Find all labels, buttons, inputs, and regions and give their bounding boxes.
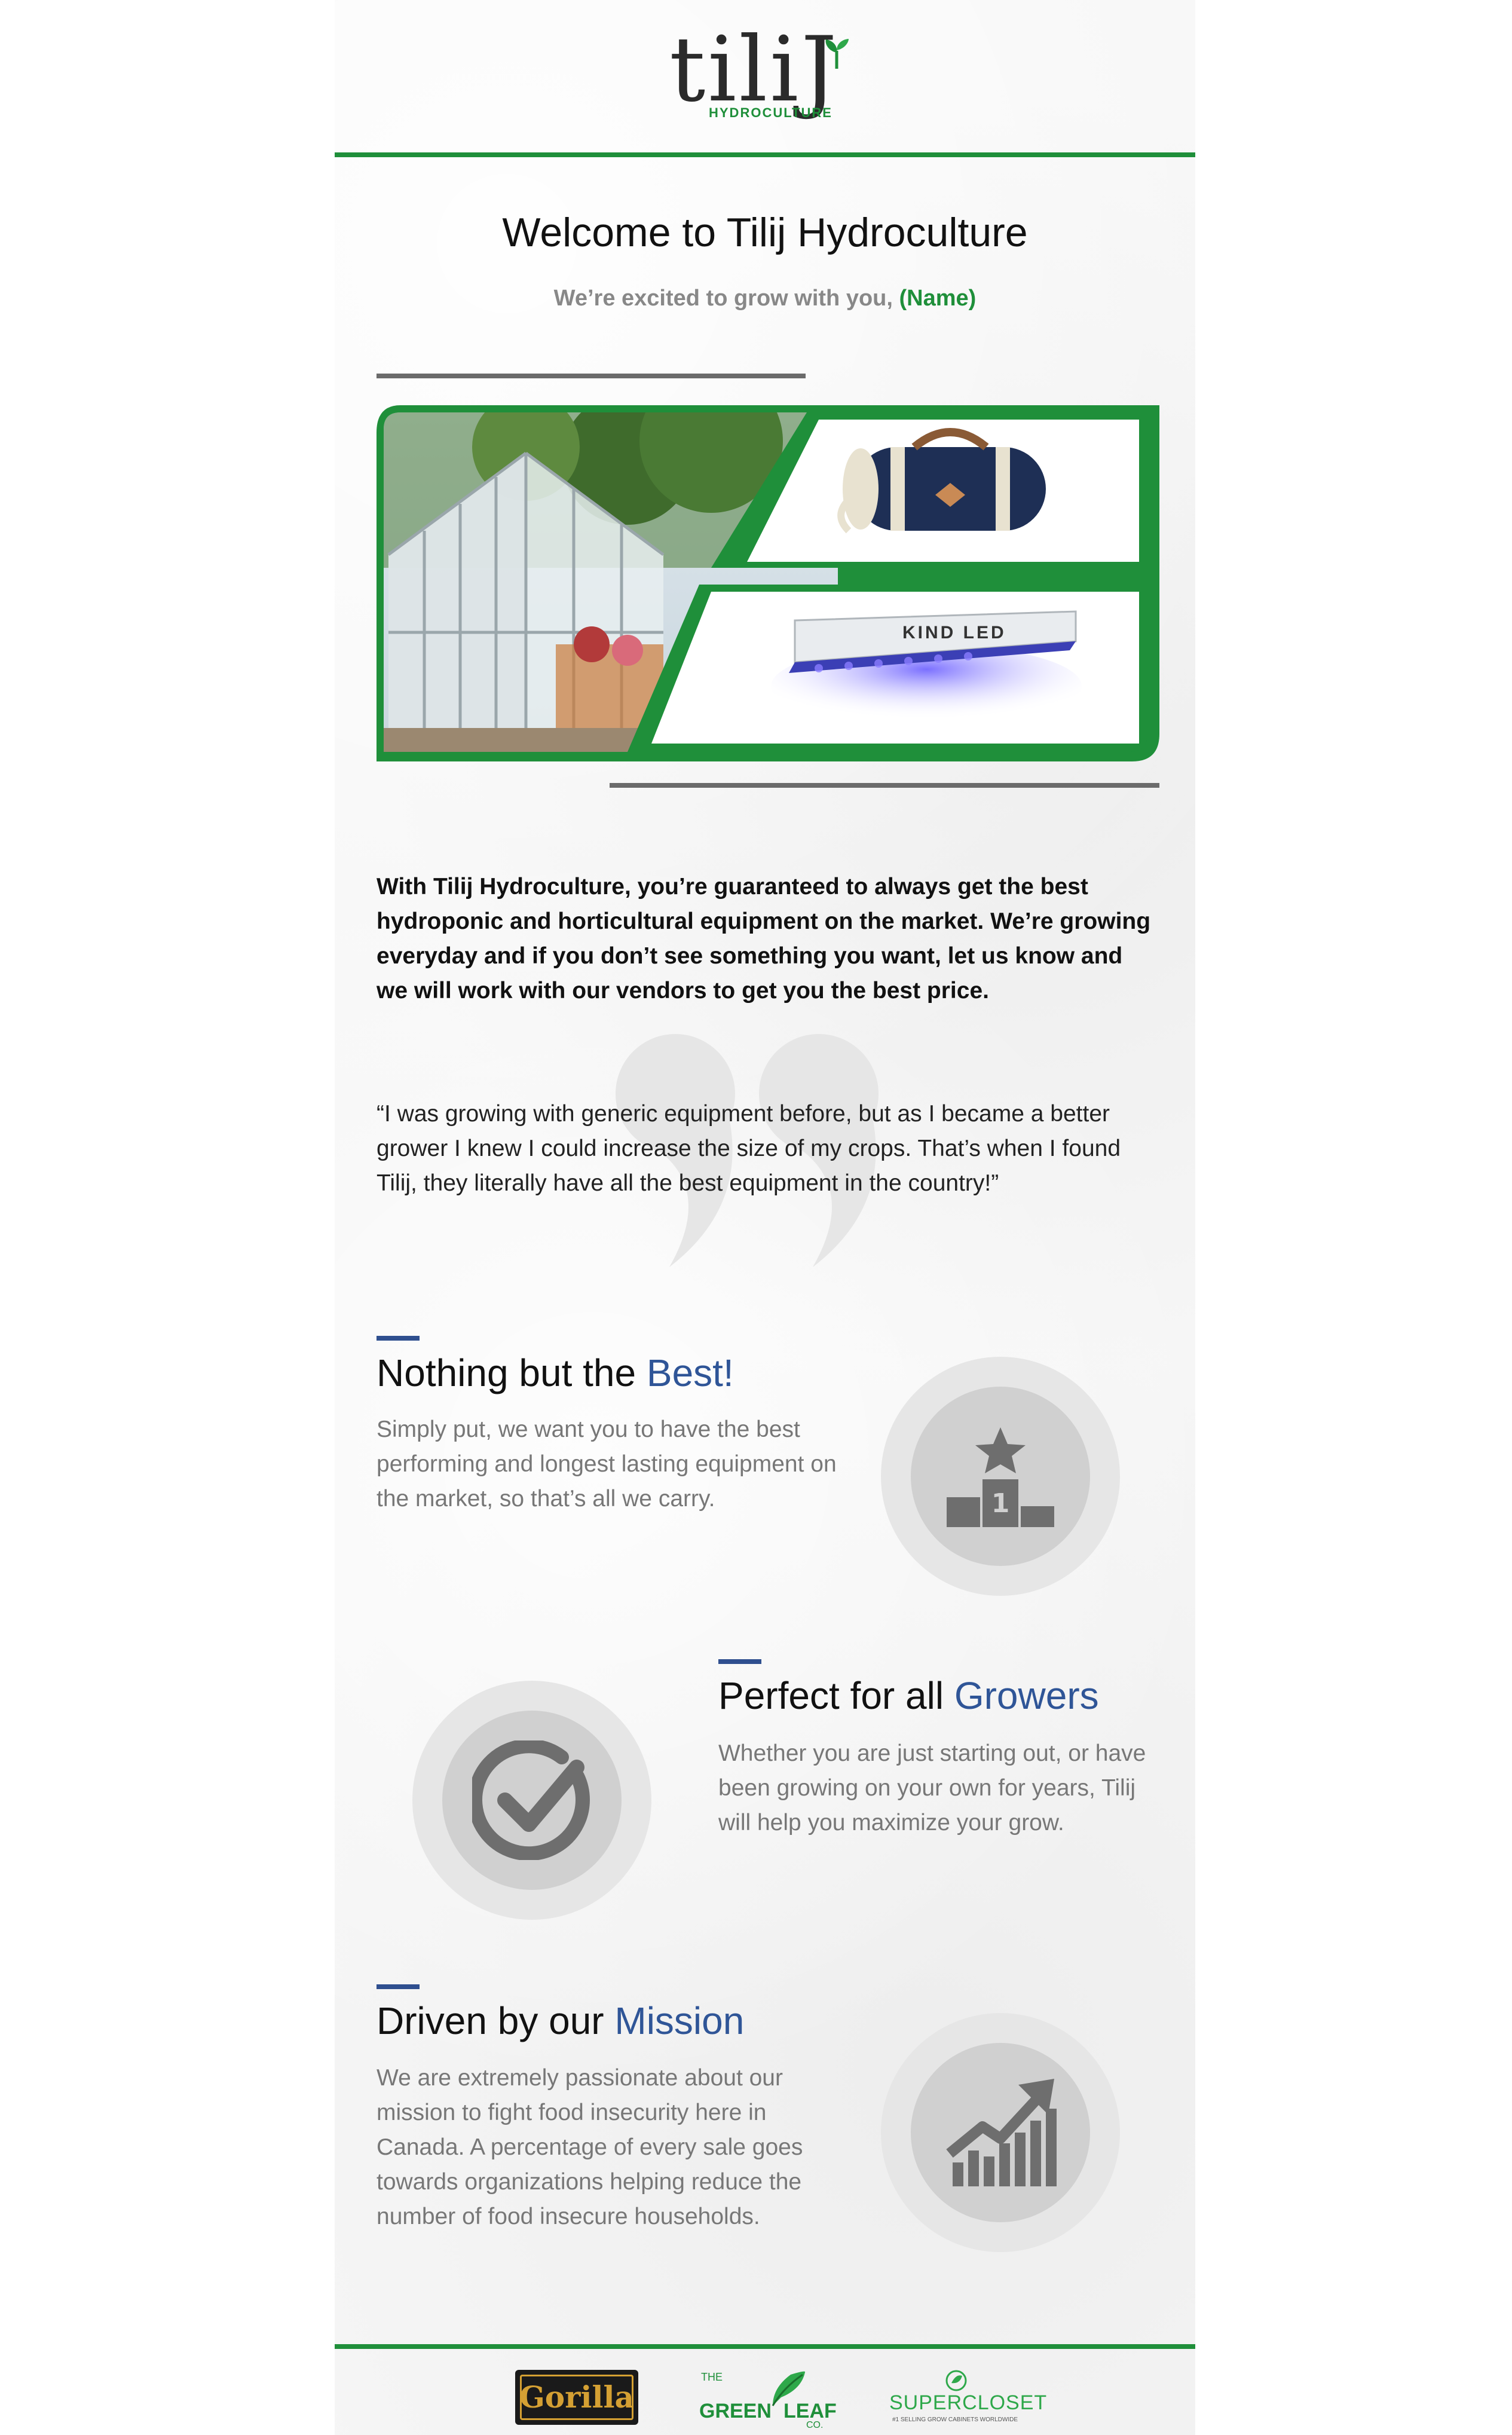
section-title-highlight: Mission — [614, 1999, 745, 2042]
welcome-subtitle: We’re excited to grow with you, (Name) — [335, 286, 1195, 311]
green-leaf-co: CO. — [806, 2420, 824, 2430]
section-accent-bar — [377, 1336, 420, 1341]
section-title-highlight: Best! — [646, 1351, 734, 1394]
subtitle-text: We’re excited to grow with you, — [553, 286, 893, 311]
section-accent-bar — [718, 1659, 761, 1664]
section-title-lead: Perfect for all — [718, 1674, 944, 1717]
testimonial-quote: “I was growing with generic equipment be… — [377, 1101, 1121, 1196]
hero-top-rule — [377, 374, 806, 378]
partner-gorilla[interactable]: Gorilla — [515, 2370, 638, 2425]
sprout-icon — [825, 39, 849, 69]
recipient-name: (Name) — [899, 286, 977, 311]
section-title-lead: Nothing but the — [377, 1351, 636, 1394]
supercloset-name: SUPERCLOSET — [889, 2391, 1048, 2414]
led-label: KIND LED — [902, 623, 1006, 643]
supercloset-tagline: #1 SELLING GROW CABINETS WORLDWIDE — [892, 2416, 1018, 2423]
green-leaf-the: THE — [701, 2371, 723, 2383]
section-body-best: Simply put, we want you to have the best… — [377, 1417, 837, 1512]
section-title-best: Nothing but the Best! — [377, 1351, 734, 1395]
section-title-lead: Driven by our — [377, 1999, 604, 2042]
hero-bottom-rule — [610, 783, 1159, 788]
header-divider — [335, 152, 1195, 157]
section-accent-bar — [377, 1984, 420, 1989]
partner-gorilla-text: Gorilla — [519, 2379, 634, 2415]
footer-divider — [335, 2344, 1195, 2349]
checkmark-icon-badge — [412, 1681, 651, 1920]
page-title: Welcome to Tilij Hydroculture — [502, 210, 1028, 255]
growth-chart-icon-badge — [881, 2013, 1120, 2252]
section-body-growers: Whether you are just starting out, or ha… — [718, 1740, 1146, 1836]
podium-icon: 1 — [947, 1427, 1054, 1527]
podium-icon-badge: 1 — [881, 1357, 1120, 1596]
brand-logo-subtitle: HYDROCULTURE — [709, 105, 832, 120]
partner-supercloset[interactable]: SUPERCLOSET #1 SELLING GROW CABINETS WOR… — [889, 2370, 1048, 2430]
section-title-highlight: Growers — [954, 1674, 1099, 1717]
supercloset-leaf-icon — [945, 2370, 967, 2391]
green-leaf-main: GREEN — [699, 2400, 772, 2422]
section-title-growers: Perfect for all Growers — [718, 1674, 1099, 1718]
growth-chart-icon — [946, 2079, 1057, 2186]
intro-paragraph: With Tilij Hydroculture, you’re guarante… — [377, 874, 1151, 1004]
svg-text:1: 1 — [991, 1488, 1010, 1519]
partner-green-leaf[interactable]: THE GREEN LEAF CO. — [696, 2370, 837, 2430]
section-title-mission: Driven by our Mission — [377, 1999, 744, 2043]
kind-led-image: KIND LED — [771, 610, 1082, 728]
hero-collage: KIND LED — [377, 405, 1159, 761]
section-body-mission: We are extremely passionate about our mi… — [377, 2065, 803, 2229]
checkmark-icon — [472, 1740, 590, 1860]
